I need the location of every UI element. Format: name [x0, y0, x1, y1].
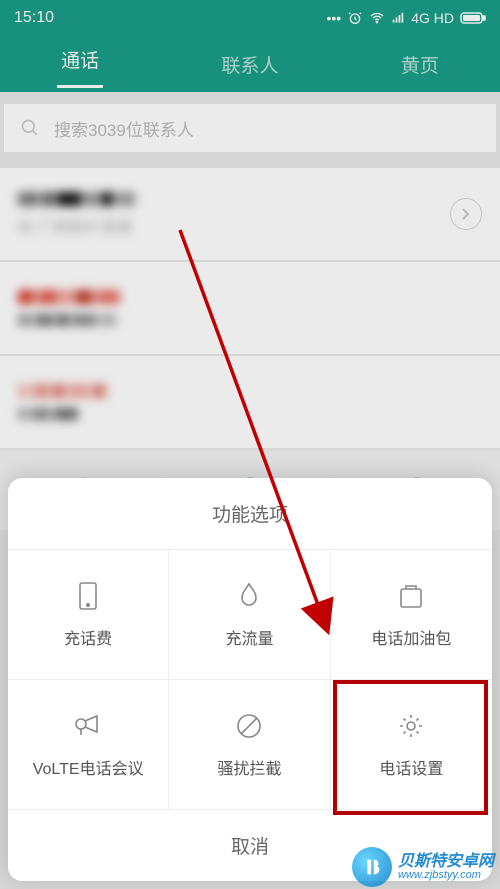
option-label: 电话加油包 [371, 625, 451, 649]
option-label: 充流量 [225, 625, 273, 649]
action-sheet: 功能选项 充话费 充流量 电话加油包 VoLTE电话会议 [8, 478, 492, 881]
watermark: 贝斯特安卓网 www.zjbstyy.com [352, 847, 494, 887]
option-label: 骚扰拦截 [217, 755, 281, 779]
sheet-grid: 充话费 充流量 电话加油包 VoLTE电话会议 骚扰拦截 [8, 549, 492, 809]
watermark-title: 贝斯特安卓网 [398, 854, 494, 870]
option-settings[interactable]: 电话设置 [331, 679, 492, 809]
watermark-url: www.zjbstyy.com [398, 870, 494, 881]
option-data[interactable]: 充流量 [169, 549, 330, 679]
watermark-logo-icon [352, 847, 392, 887]
option-label: VoLTE电话会议 [33, 755, 144, 779]
option-label: 电话设置 [379, 755, 443, 779]
option-booster[interactable]: 电话加油包 [331, 549, 492, 679]
gear-icon [396, 711, 426, 741]
loudspeaker-icon [73, 711, 103, 741]
droplet-icon [234, 581, 264, 611]
sheet-title: 功能选项 [8, 478, 492, 549]
option-volte[interactable]: VoLTE电话会议 [8, 679, 169, 809]
option-block[interactable]: 骚扰拦截 [169, 679, 330, 809]
phone-card-icon [73, 581, 103, 611]
option-topup[interactable]: 充话费 [8, 549, 169, 679]
package-icon [396, 581, 426, 611]
block-icon [234, 711, 264, 741]
option-label: 充话费 [64, 625, 112, 649]
